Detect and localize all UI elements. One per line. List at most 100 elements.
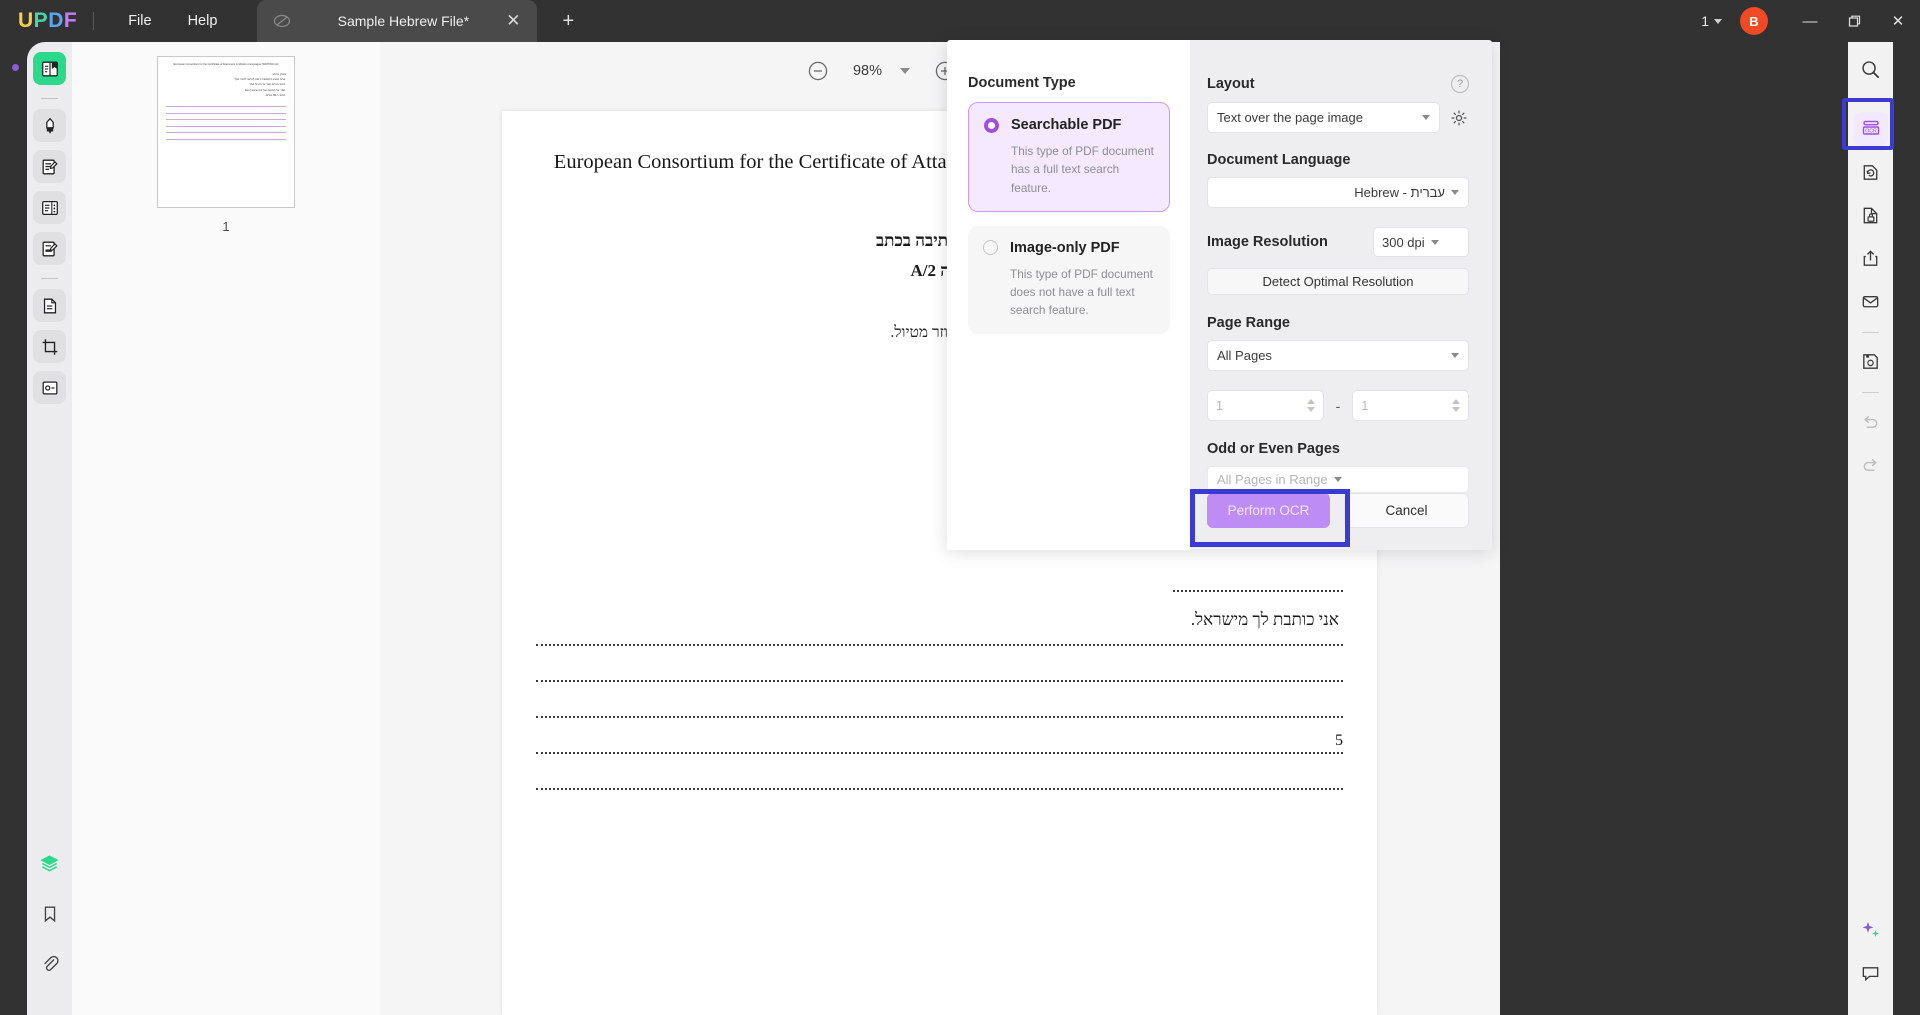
close-tab-button[interactable]: ✕ xyxy=(501,9,525,33)
document-tab[interactable]: Sample Hebrew File* ✕ xyxy=(257,0,538,42)
bookmark-icon[interactable] xyxy=(33,897,66,930)
thumbnail-rule-lines xyxy=(166,106,286,140)
pdf-dotted-line-4 xyxy=(536,731,1343,754)
spinner-up-icon[interactable] xyxy=(1306,399,1315,404)
zoom-out-button[interactable] xyxy=(801,54,835,88)
document-language-select[interactable]: Hebrew - עברית xyxy=(1207,177,1469,208)
from-spinner-arrows[interactable] xyxy=(1306,399,1315,412)
sidebar-item-organize-pages[interactable] xyxy=(33,191,66,224)
page-range-from-input[interactable]: 1 xyxy=(1207,390,1324,421)
right-divider-2 xyxy=(1862,332,1879,333)
new-tab-button[interactable]: + xyxy=(555,8,581,34)
logo-letter-u: U xyxy=(18,9,34,32)
image-resolution-select[interactable]: 300 dpi xyxy=(1373,227,1469,257)
document-type-title: Document Type xyxy=(968,75,1076,91)
save-icon[interactable] xyxy=(1854,344,1888,378)
sidebar-item-edit-pdf[interactable] xyxy=(33,232,66,265)
image-resolution-value: 300 dpi xyxy=(1382,234,1425,250)
gear-icon[interactable] xyxy=(1449,108,1469,128)
protect-icon[interactable] xyxy=(1854,198,1888,232)
chevron-down-icon xyxy=(1430,239,1439,245)
pdf-dotted-line-5 xyxy=(536,787,1343,790)
searchable-option-head: Searchable PDF xyxy=(984,117,1155,133)
logo-letter-f: F xyxy=(63,9,78,32)
searchable-radio[interactable] xyxy=(984,117,999,133)
spinner-up-icon[interactable] xyxy=(1452,399,1461,404)
avatar[interactable]: B xyxy=(1740,7,1768,35)
perform-ocr-button[interactable]: Perform OCR xyxy=(1207,493,1330,528)
sidebar-item-convert-pdf[interactable] xyxy=(33,289,66,322)
sidebar-item-annotate[interactable] xyxy=(33,150,66,183)
image-resolution-row: Image Resolution 300 dpi xyxy=(1207,227,1469,257)
undo-icon[interactable] xyxy=(1854,404,1888,438)
chevron-down-icon xyxy=(1422,115,1430,120)
redo-icon[interactable] xyxy=(1854,447,1888,481)
image-only-option-head: Image-only PDF xyxy=(983,240,1156,256)
page-thumbnail-1[interactable]: European Consortium for the Certificate … xyxy=(157,56,295,208)
document-language-row: Hebrew - עברית xyxy=(1207,177,1469,208)
ai-assistant-icon[interactable] xyxy=(1854,913,1888,947)
sidebar-item-reader[interactable] xyxy=(33,52,66,85)
page-range-to-input[interactable]: 1 xyxy=(1352,390,1470,421)
layers-icon[interactable] xyxy=(33,847,66,880)
document-type-option-searchable[interactable]: Searchable PDF This type of PDF document… xyxy=(968,102,1170,212)
help-icon[interactable]: ? xyxy=(1451,75,1469,93)
search-icon[interactable] xyxy=(1854,52,1888,86)
image-only-label: Image-only PDF xyxy=(1010,239,1120,256)
left-tool-panel xyxy=(27,42,72,1015)
close-window-button[interactable]: ✕ xyxy=(1876,0,1920,42)
to-spinner-arrows[interactable] xyxy=(1452,399,1461,412)
page-range-spinners: 1 - 1 xyxy=(1207,390,1470,421)
sidebar-item-forms[interactable] xyxy=(33,371,66,404)
document-type-option-image-only[interactable]: Image-only PDF This type of PDF document… xyxy=(968,225,1170,334)
layout-select[interactable]: Text over the page image xyxy=(1207,102,1440,133)
ocr-settings-section: Layout ? Text over the page image Docume… xyxy=(1190,40,1492,550)
email-icon[interactable] xyxy=(1854,284,1888,318)
convert-icon[interactable] xyxy=(1854,155,1888,189)
document-tab-icon xyxy=(273,12,291,30)
share-icon[interactable] xyxy=(1854,241,1888,275)
pdf-dotted-line-short xyxy=(1173,589,1343,592)
thumbnail-panel: European Consortium for the Certificate … xyxy=(72,42,380,1015)
chevron-down-icon xyxy=(1333,477,1342,482)
spinner-down-icon[interactable] xyxy=(1452,407,1461,412)
odd-or-even-select[interactable]: All Pages in Range xyxy=(1207,466,1469,493)
minimize-button[interactable]: — xyxy=(1788,0,1832,42)
sidebar-item-highlighter[interactable] xyxy=(33,109,66,142)
detect-optimal-resolution-button[interactable]: Detect Optimal Resolution xyxy=(1207,268,1469,295)
chevron-down-icon xyxy=(1451,353,1459,358)
updf-logo: U P D F xyxy=(18,9,77,33)
sidebar-item-crop[interactable] xyxy=(33,330,66,363)
zoom-dropdown-icon[interactable] xyxy=(900,68,911,74)
ocr-icon[interactable]: OCR xyxy=(1853,112,1888,146)
left-panel-bottom-tools xyxy=(33,847,66,1015)
svg-text:OCR: OCR xyxy=(1865,128,1877,134)
pdf-dotted-line-1 xyxy=(536,643,1343,646)
page-range-row: All Pages xyxy=(1207,340,1469,371)
titlebar-right-group: 1 B — ✕ xyxy=(1701,0,1920,42)
page-range-to-value: 1 xyxy=(1361,398,1369,413)
odd-or-even-value: All Pages in Range xyxy=(1217,472,1328,487)
tool-divider xyxy=(41,98,58,99)
attachment-icon[interactable] xyxy=(33,947,66,980)
spinner-down-icon[interactable] xyxy=(1306,407,1315,412)
maximize-button[interactable] xyxy=(1832,0,1876,42)
right-divider-1 xyxy=(1862,100,1879,101)
thumbnail-title: European Consortium for the Certificate … xyxy=(173,63,279,66)
ocr-document-type-section: Document Type Searchable PDF This type o… xyxy=(947,40,1190,550)
right-tool-panel: OCR xyxy=(1848,42,1893,1015)
cancel-button[interactable]: Cancel xyxy=(1344,493,1469,528)
image-resolution-label: Image Resolution xyxy=(1207,234,1328,250)
layout-select-value: Text over the page image xyxy=(1217,110,1363,125)
image-only-radio[interactable] xyxy=(983,240,998,256)
feedback-icon[interactable] xyxy=(1854,956,1888,990)
menu-help[interactable]: Help xyxy=(170,7,236,35)
status-dot xyxy=(12,64,19,71)
chevron-down-icon[interactable] xyxy=(1714,18,1722,24)
logo-letter-p: P xyxy=(33,9,49,32)
page-indicator: 1 xyxy=(1701,13,1709,29)
odd-or-even-label: Odd or Even Pages xyxy=(1207,441,1340,457)
menu-file[interactable]: File xyxy=(110,7,169,35)
page-range-select[interactable]: All Pages xyxy=(1207,340,1469,371)
title-bar: U P D F File Help Sample Hebrew File* ✕ … xyxy=(0,0,1920,42)
